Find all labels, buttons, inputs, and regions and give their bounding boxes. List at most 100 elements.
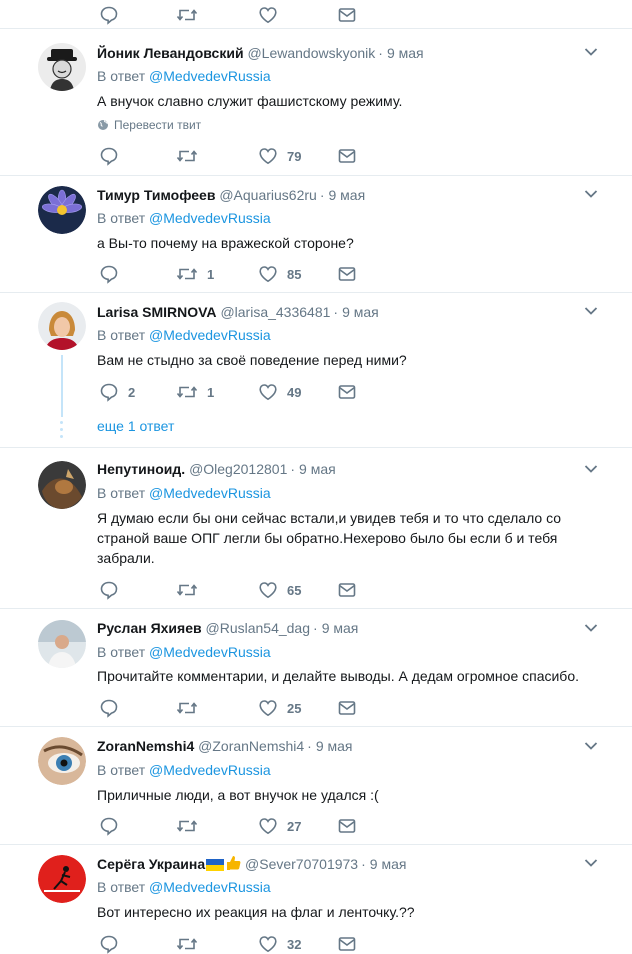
reply-button[interactable] — [99, 264, 128, 284]
mention-link[interactable]: @MedvedevRussia — [149, 68, 271, 84]
mention-link[interactable]: @MedvedevRussia — [149, 210, 271, 226]
tweet[interactable]: ZoranNemshi4 @ZoranNemshi4 · 9 мая В ответ… — [0, 727, 632, 845]
message-button[interactable] — [337, 816, 357, 836]
message-button[interactable] — [337, 264, 357, 284]
tweet-date[interactable]: 9 мая — [387, 45, 424, 61]
reply-icon — [99, 146, 119, 166]
chevron-down-icon[interactable] — [584, 47, 598, 57]
chevron-down-icon[interactable] — [584, 464, 598, 474]
reply-button[interactable]: 2 — [99, 382, 135, 402]
reply-button[interactable] — [99, 5, 119, 25]
chevron-down-icon[interactable] — [584, 858, 598, 868]
tweet-date[interactable]: 9 мая — [322, 620, 359, 636]
chevron-down-icon[interactable] — [584, 623, 598, 633]
retweet-button[interactable] — [176, 698, 207, 718]
tweet[interactable]: Тимур Тимофеев @Aquarius62ru · 9 мая В отв… — [0, 176, 632, 293]
tweet[interactable]: Йоник Левандовский @Lewandowskyonik · 9 ма… — [0, 29, 632, 176]
like-count: 27 — [287, 818, 302, 834]
author-name[interactable]: ZoranNemshi4 — [97, 738, 194, 754]
thread-dots — [60, 421, 64, 442]
mention-link[interactable]: @MedvedevRussia — [149, 327, 271, 343]
tweet-header: Larisa SMIRNOVA @larisa_4336481 · 9 мая — [97, 304, 379, 320]
author-name[interactable]: Йоник Левандовский — [97, 45, 244, 61]
retweet-button[interactable] — [176, 146, 207, 166]
author-name[interactable]: Larisa SMIRNOVA — [97, 304, 217, 320]
tweet-date[interactable]: 9 мая — [329, 187, 366, 203]
reply-icon — [99, 934, 119, 954]
reply-button[interactable] — [99, 580, 128, 600]
envelope-icon — [337, 382, 357, 402]
reply-button[interactable] — [99, 146, 128, 166]
like-button[interactable] — [258, 5, 278, 25]
author-name[interactable]: Тимур Тимофеев — [97, 187, 215, 203]
mention-link[interactable]: @MedvedevRussia — [149, 644, 271, 660]
like-button[interactable]: 65 — [258, 580, 301, 600]
retweet-button[interactable] — [176, 580, 207, 600]
avatar[interactable] — [38, 855, 86, 903]
retweet-button[interactable] — [176, 934, 207, 954]
envelope-icon — [337, 580, 357, 600]
like-button[interactable]: 79 — [258, 146, 301, 166]
tweet-date[interactable]: 9 мая — [299, 461, 336, 477]
tweet-date[interactable]: 9 мая — [316, 738, 353, 754]
message-button[interactable] — [337, 146, 357, 166]
heart-icon — [258, 816, 278, 836]
reply-prefix: В ответ — [97, 327, 146, 343]
message-button[interactable] — [337, 580, 357, 600]
more-replies-link[interactable]: еще 1 ответ — [97, 418, 174, 434]
like-button[interactable]: 32 — [258, 934, 301, 954]
tweet[interactable]: Руслан Яхияев @Ruslan54_dag · 9 мая В отве… — [0, 609, 632, 727]
tweet[interactable]: Непутиноид. @Oleg2012801 · 9 мая В ответ @… — [0, 448, 632, 609]
retweet-icon — [176, 816, 198, 836]
message-button[interactable] — [337, 382, 357, 402]
reply-prefix: В ответ — [97, 210, 146, 226]
like-button[interactable]: 25 — [258, 698, 301, 718]
message-button[interactable] — [337, 934, 357, 954]
chevron-down-icon[interactable] — [584, 306, 598, 316]
avatar[interactable] — [38, 43, 86, 91]
tweet-date[interactable]: 9 мая — [370, 856, 407, 872]
like-button[interactable]: 27 — [258, 816, 301, 836]
author-handle[interactable]: @Lewandowskyonik — [247, 45, 375, 61]
tweet-text: Прочитайте комментарии, и делайте выводы… — [97, 668, 580, 684]
avatar[interactable] — [38, 186, 86, 234]
reply-icon — [99, 264, 119, 284]
mention-link[interactable]: @MedvedevRussia — [149, 485, 271, 501]
retweet-button[interactable]: 1 — [176, 264, 214, 284]
retweet-button[interactable]: 1 — [176, 382, 214, 402]
avatar[interactable] — [38, 737, 86, 785]
author-handle[interactable]: @Ruslan54_dag — [206, 620, 311, 636]
avatar[interactable] — [38, 620, 86, 668]
mention-link[interactable]: @MedvedevRussia — [149, 762, 271, 778]
message-button[interactable] — [337, 698, 357, 718]
reply-icon — [99, 382, 119, 402]
tweet[interactable]: Larisa SMIRNOVA @larisa_4336481 · 9 мая В … — [0, 293, 632, 448]
tweet-date[interactable]: 9 мая — [342, 304, 379, 320]
author-handle[interactable]: @Sever70701973 — [245, 856, 358, 872]
avatar[interactable] — [38, 302, 86, 350]
reply-button[interactable] — [99, 698, 128, 718]
author-handle[interactable]: @larisa_4336481 — [220, 304, 330, 320]
translate-link[interactable]: Перевести твит — [97, 118, 201, 132]
like-button[interactable]: 49 — [258, 382, 301, 402]
tweet-header: Руслан Яхияев @Ruslan54_dag · 9 мая — [97, 620, 359, 636]
message-button[interactable] — [337, 5, 357, 25]
reply-prefix: В ответ — [97, 485, 146, 501]
author-handle[interactable]: @Oleg2012801 — [189, 461, 287, 477]
avatar[interactable] — [38, 461, 86, 509]
like-button[interactable]: 85 — [258, 264, 301, 284]
author-handle[interactable]: @ZoranNemshi4 — [198, 738, 304, 754]
chevron-down-icon[interactable] — [584, 189, 598, 199]
retweet-button[interactable] — [176, 5, 198, 25]
author-name[interactable]: Непутиноид. — [97, 461, 185, 477]
mention-link[interactable]: @MedvedevRussia — [149, 879, 271, 895]
author-name[interactable]: Руслан Яхияев — [97, 620, 202, 636]
tweet[interactable]: Серёга Украина @Sever70701973 · 9 мая В от… — [0, 845, 632, 951]
reply-context: В ответ @MedvedevRussia — [97, 644, 271, 660]
reply-button[interactable] — [99, 816, 128, 836]
chevron-down-icon[interactable] — [584, 741, 598, 751]
retweet-button[interactable] — [176, 816, 207, 836]
author-handle[interactable]: @Aquarius62ru — [219, 187, 317, 203]
author-name[interactable]: Серёга Украина — [97, 856, 205, 872]
reply-button[interactable] — [99, 934, 128, 954]
